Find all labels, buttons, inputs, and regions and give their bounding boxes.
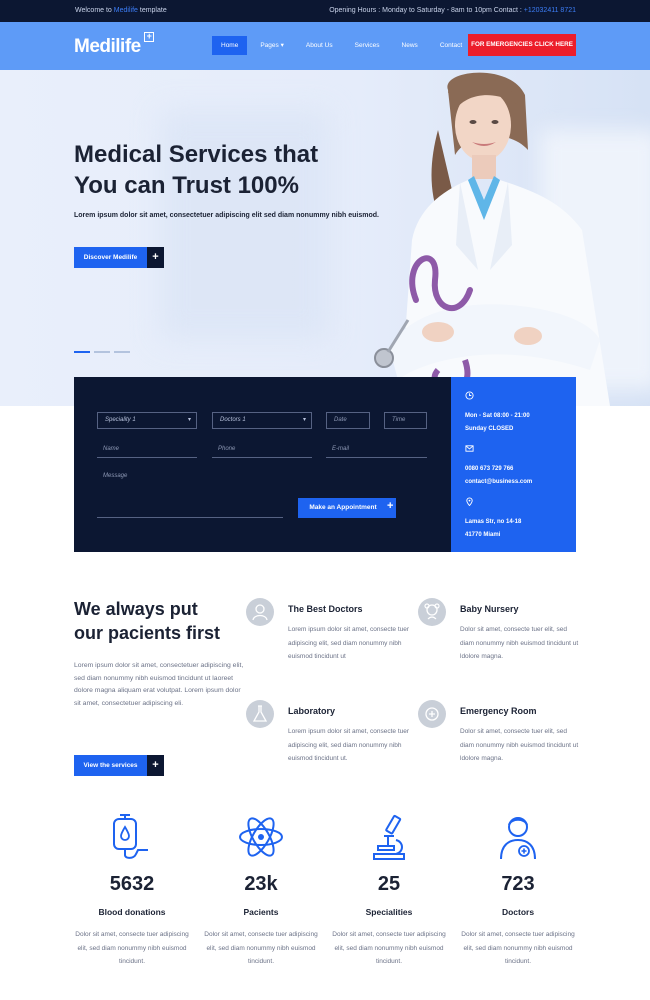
emergency-button[interactable]: FOR EMERGENCIES CLICK HERE [468,34,576,56]
hero-section: Medical Services that You can Trust 100%… [0,70,650,406]
baby-icon [418,598,446,626]
map-pin-icon [466,497,473,507]
plus-icon: + [147,247,164,268]
message-field[interactable]: Message [97,473,283,518]
flask-icon [246,700,274,728]
contact-text[interactable]: 0080 673 729 766 contact@business.com [465,463,532,488]
nav-home[interactable]: Home [212,36,248,55]
chevron-down-icon: ▾ [302,417,306,423]
email-field[interactable]: E-mail [326,446,427,458]
chevron-down-icon: ▾ [280,42,284,49]
hero-subtitle: Lorem ipsum dolor sit amet, consectetuer… [74,212,379,219]
contact-phone[interactable]: +12032411 8721 [524,7,576,14]
slider-dot-3[interactable] [114,351,130,353]
address-group: Lamas Str, no 14-18 41770 Miami [465,497,521,541]
view-services-button[interactable]: View the services + [74,755,164,776]
logo[interactable]: Medilife + [74,32,154,58]
slider-dot-1[interactable] [74,351,90,353]
plus-icon: + [387,500,394,512]
logo-plus-icon: + [144,32,154,42]
hours-group: Mon - Sat 08:00 - 21:00 Sunday CLOSED [465,391,530,435]
contact-info-panel: Mon - Sat 08:00 - 21:00 Sunday CLOSED 00… [451,377,576,552]
chevron-down-icon: ▾ [187,417,191,423]
top-bar: Welcome to Medilife template Opening Hou… [0,0,650,22]
slider-dots [74,351,134,353]
nav-news[interactable]: News [393,36,427,55]
header: Medilife + Home Pages ▾ About Us Services… [0,22,650,70]
main-nav: Home Pages ▾ About Us Services News Cont… [212,36,475,55]
date-field[interactable]: Date [326,412,370,429]
welcome-text: Lorem ipsum dolor sit amet, consectetuer… [74,662,244,708]
plus-icon: + [147,755,164,776]
opening-hours: Opening Hours : Monday to Saturday - 8am… [329,7,576,14]
name-field[interactable]: Name [97,446,197,458]
microscope-icon [373,814,405,860]
phone-field[interactable]: Phone [212,446,312,458]
doctor-photo [374,72,610,406]
appointment-submit-button[interactable]: Make an Appointment [298,498,396,518]
nav-about[interactable]: About Us [297,36,342,55]
nav-pages[interactable]: Pages ▾ [251,36,293,55]
doctors-select[interactable]: Doctors 1 ▾ [212,412,312,429]
welcome-text: Welcome to Medilife template [75,7,167,14]
emergency-icon [418,700,446,728]
opening-hours-text: Mon - Sat 08:00 - 21:00 Sunday CLOSED [465,413,530,432]
welcome-title: We always put our pacients first [74,599,221,643]
slider-dot-2[interactable] [94,351,110,353]
mail-icon [465,445,474,452]
atom-icon [239,817,283,857]
discover-button[interactable]: Discover Medilife + [74,247,164,268]
doctor-avatar-icon [500,817,536,860]
address-text: Lamas Str, no 14-18 41770 Miami [465,519,522,538]
doctor-icon [246,598,274,626]
hero-title: Medical Services that You can Trust 100% [74,141,319,199]
nav-services[interactable]: Services [346,36,389,55]
contact-group: 0080 673 729 766 contact@business.com [465,444,532,488]
welcome-brand: Medilife [113,7,138,14]
appointment-form: Speciality 1 ▾ Doctors 1 ▾ Date Time Name … [74,377,451,552]
nav-contact[interactable]: Contact [431,36,471,55]
time-field[interactable]: Time [384,412,427,429]
speciality-select[interactable]: Speciality 1 ▾ [97,412,197,429]
blood-bag-icon [113,814,148,859]
clock-icon [465,391,474,400]
